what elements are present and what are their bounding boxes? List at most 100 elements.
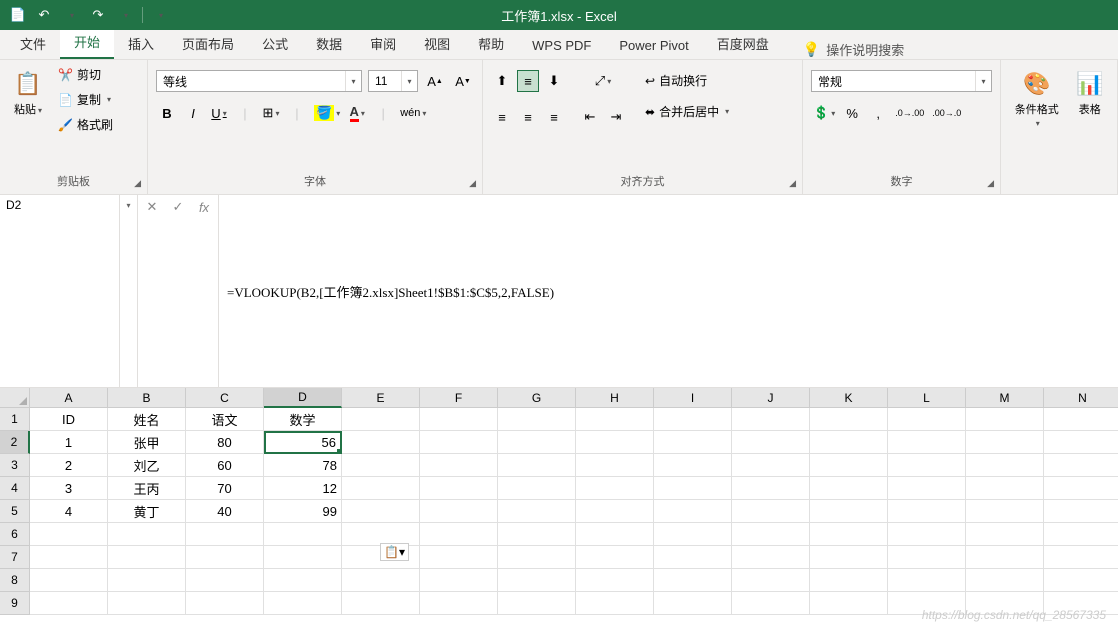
row-header[interactable]: 8 [0,569,30,592]
align-bottom-icon[interactable]: ⬇ [543,70,565,92]
orientation-button[interactable]: ⤢▾ [579,70,627,92]
increase-indent-icon[interactable]: ⇥ [605,106,627,128]
cell[interactable] [576,454,654,477]
column-header[interactable]: H [576,388,654,408]
cell[interactable] [732,431,810,454]
cell[interactable] [810,592,888,615]
cell[interactable] [498,500,576,523]
cell[interactable] [810,408,888,431]
name-box[interactable] [0,195,120,387]
cell[interactable] [966,431,1044,454]
cell[interactable]: 60 [186,454,264,477]
column-header[interactable]: C [186,388,264,408]
cell[interactable] [576,500,654,523]
cell[interactable]: 3 [30,477,108,500]
cell[interactable] [420,431,498,454]
tab-view[interactable]: 视图 [410,28,464,59]
cell[interactable] [498,523,576,546]
cell[interactable]: 80 [186,431,264,454]
border-button[interactable]: ⊞▾ [260,102,282,124]
currency-button[interactable]: 💲▾ [811,102,837,124]
cell[interactable] [888,408,966,431]
tab-insert[interactable]: 插入 [114,28,168,59]
cancel-icon[interactable]: ✕ [142,197,162,217]
column-header[interactable]: M [966,388,1044,408]
conditional-format-button[interactable]: 🎨 条件格式▾ [1009,64,1065,134]
paste-button[interactable]: 📋 粘贴▾ [8,64,48,121]
cell[interactable] [888,477,966,500]
cell[interactable] [810,454,888,477]
cell[interactable] [888,500,966,523]
cell[interactable]: 2 [30,454,108,477]
dialog-launcher-icon[interactable]: ◢ [469,178,476,189]
cell[interactable]: 黄丁 [108,500,186,523]
cell[interactable] [732,546,810,569]
cell[interactable] [576,477,654,500]
row-header[interactable]: 2 [0,431,30,454]
cell[interactable] [420,408,498,431]
cell[interactable] [654,546,732,569]
cell[interactable] [420,477,498,500]
cell[interactable] [888,546,966,569]
cell[interactable] [732,500,810,523]
align-center-icon[interactable]: ≡ [517,106,539,128]
header-cell[interactable]: 姓名 [108,408,186,431]
column-header[interactable]: L [888,388,966,408]
fill-handle[interactable] [337,449,342,454]
cell[interactable] [888,431,966,454]
cell[interactable] [966,523,1044,546]
font-name-input[interactable] [157,74,345,88]
cell[interactable] [498,546,576,569]
cell[interactable] [888,523,966,546]
cell[interactable] [966,477,1044,500]
cell[interactable] [420,500,498,523]
tab-help[interactable]: 帮助 [464,28,518,59]
row-header[interactable]: 6 [0,523,30,546]
decrease-decimal-icon[interactable]: .00→.0 [930,102,963,124]
cell[interactable] [342,477,420,500]
font-size-combo[interactable]: ▾ [368,70,418,92]
align-middle-icon[interactable]: ≡ [517,70,539,92]
align-top-icon[interactable]: ⬆ [491,70,513,92]
cell[interactable] [420,523,498,546]
cell[interactable] [108,523,186,546]
column-header[interactable]: N [1044,388,1118,408]
cell[interactable] [342,408,420,431]
cell[interactable]: 4 [30,500,108,523]
phonetic-button[interactable]: wén▾ [398,102,428,124]
cell[interactable] [966,500,1044,523]
column-header[interactable]: F [420,388,498,408]
cell[interactable] [576,431,654,454]
cell[interactable]: 张甲 [108,431,186,454]
cell[interactable] [342,500,420,523]
cell[interactable] [732,454,810,477]
cell[interactable] [576,592,654,615]
cell[interactable] [498,477,576,500]
column-header[interactable]: K [810,388,888,408]
cell[interactable] [186,592,264,615]
cell[interactable] [420,546,498,569]
formula-input[interactable] [219,195,1118,387]
number-format-combo[interactable]: ▾ [811,70,992,92]
cell[interactable]: 王丙 [108,477,186,500]
cell[interactable]: 99 [264,500,342,523]
fill-color-button[interactable]: 🪣▾ [312,102,342,124]
cell[interactable] [498,592,576,615]
cell[interactable] [420,569,498,592]
cell[interactable] [264,523,342,546]
dialog-launcher-icon[interactable]: ◢ [134,178,141,189]
cell[interactable] [186,523,264,546]
cell[interactable]: 1 [30,431,108,454]
cell[interactable] [654,477,732,500]
cell[interactable] [810,546,888,569]
row-header[interactable]: 4 [0,477,30,500]
cell[interactable] [1044,477,1118,500]
italic-button[interactable]: I [182,102,204,124]
cell[interactable] [108,569,186,592]
cell[interactable] [888,454,966,477]
undo-dropdown-icon[interactable]: ▾ [62,5,82,25]
cell[interactable] [498,569,576,592]
cell[interactable] [186,569,264,592]
tab-formulas[interactable]: 公式 [248,28,302,59]
cell[interactable] [264,569,342,592]
